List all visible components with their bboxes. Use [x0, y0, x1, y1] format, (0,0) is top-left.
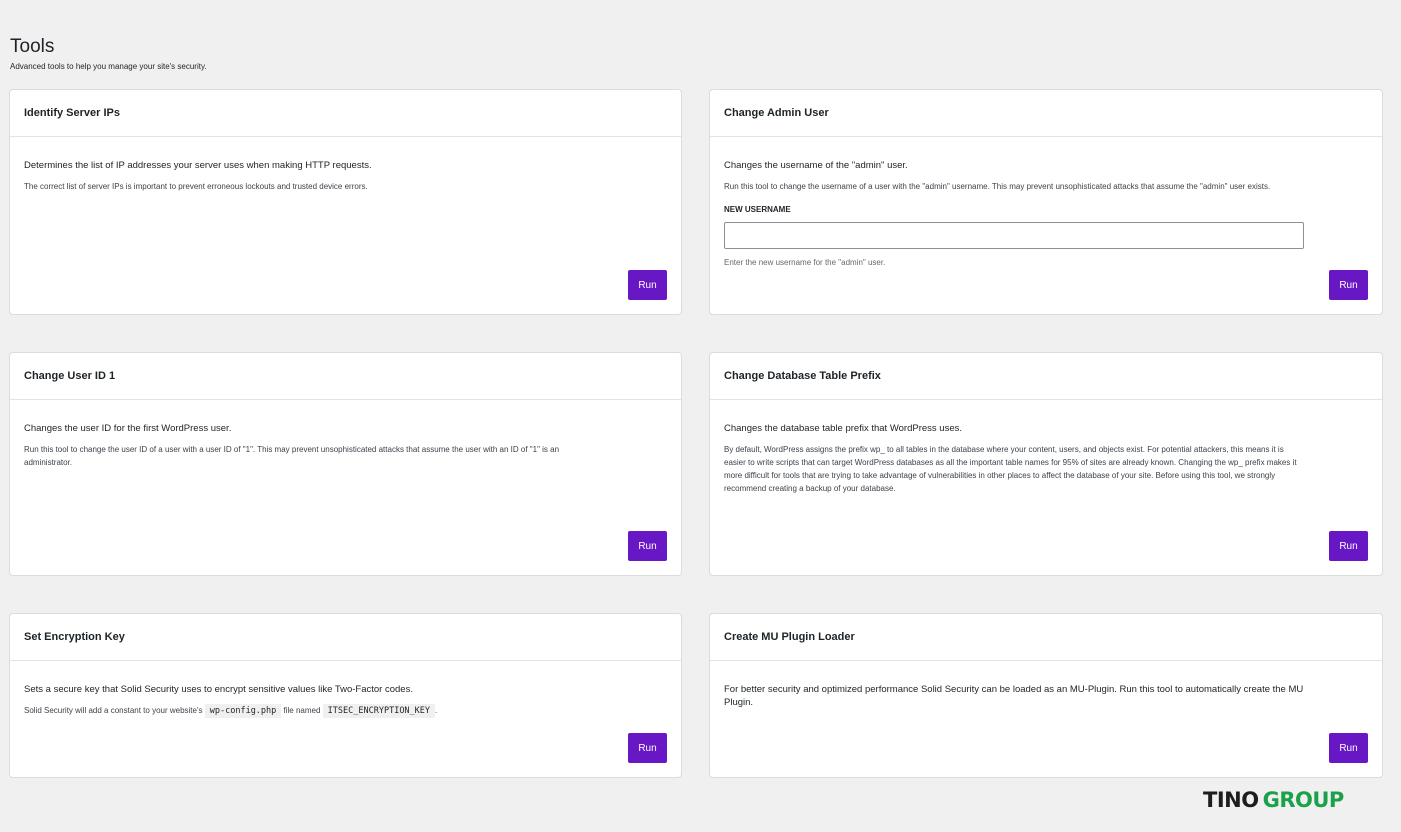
card-title: Change Database Table Prefix	[724, 370, 881, 382]
card-description: Run this tool to change the user ID of a…	[24, 445, 560, 467]
new-username-input[interactable]	[724, 222, 1304, 249]
run-button-create-mu-plugin-loader[interactable]: Run	[1329, 733, 1368, 763]
card-lead: Changes the user ID for the first WordPr…	[24, 423, 232, 434]
card-lead: Changes the username of the "admin" user…	[724, 160, 908, 171]
card-title: Change User ID 1	[24, 370, 116, 382]
run-button-change-db-prefix[interactable]: Run	[1329, 531, 1368, 561]
card-body: For better security and optimized perfor…	[710, 661, 1382, 709]
card-header: Change User ID 1	[10, 353, 681, 400]
tinogroup-logo: TINO GROUP	[1203, 788, 1344, 812]
card-change-admin-user: Change Admin User Changes the username o…	[709, 89, 1383, 315]
card-header: Set Encryption Key	[10, 614, 681, 661]
logo-text: TINO	[1203, 788, 1259, 812]
card-title: Set Encryption Key	[24, 631, 125, 643]
card-description: The correct list of server IPs is import…	[24, 182, 368, 191]
card-header: Create MU Plugin Loader	[710, 614, 1382, 661]
encryption-key-constant-code: ITSEC_ENCRYPTION_KEY	[322, 704, 436, 718]
desc-text: Solid Security will add a constant to yo…	[24, 706, 203, 715]
card-lead: Sets a secure key that Solid Security us…	[24, 684, 413, 695]
card-description: By default, WordPress assigns the prefix…	[724, 445, 1297, 493]
card-description: Run this tool to change the username of …	[724, 182, 1271, 191]
desc-text: file named	[283, 706, 321, 715]
card-set-encryption-key: Set Encryption Key Sets a secure key tha…	[9, 613, 682, 778]
card-header: Change Database Table Prefix	[710, 353, 1382, 400]
card-header: Change Admin User	[710, 90, 1382, 137]
logo-text: GROUP	[1262, 788, 1345, 812]
card-lead: For better security and optimized perfor…	[724, 684, 1304, 708]
card-body: Changes the username of the "admin" user…	[710, 137, 1382, 267]
card-title: Identify Server IPs	[24, 107, 120, 119]
card-title: Change Admin User	[724, 107, 829, 119]
card-lead: Determines the list of IP addresses your…	[24, 160, 372, 171]
card-body: Changes the user ID for the first WordPr…	[10, 400, 681, 469]
page-header: Tools Advanced tools to help you manage …	[10, 36, 207, 71]
card-identify-server-ips: Identify Server IPs Determines the list …	[9, 89, 682, 315]
card-create-mu-plugin-loader: Create MU Plugin Loader For better secur…	[709, 613, 1383, 778]
new-username-help: Enter the new username for the "admin" u…	[724, 258, 886, 267]
card-title: Create MU Plugin Loader	[724, 631, 855, 643]
card-header: Identify Server IPs	[10, 90, 681, 137]
page-subtitle: Advanced tools to help you manage your s…	[10, 62, 207, 71]
card-change-user-id: Change User ID 1 Changes the user ID for…	[9, 352, 682, 576]
card-body: Changes the database table prefix that W…	[710, 400, 1382, 495]
run-button-identify-server-ips[interactable]: Run	[628, 270, 667, 300]
card-body: Sets a secure key that Solid Security us…	[10, 661, 681, 718]
card-body: Determines the list of IP addresses your…	[10, 137, 681, 193]
new-username-label: NEW USERNAME	[724, 205, 791, 214]
card-lead: Changes the database table prefix that W…	[724, 423, 962, 434]
desc-text: .	[435, 706, 438, 715]
run-button-change-user-id[interactable]: Run	[628, 531, 667, 561]
run-button-set-encryption-key[interactable]: Run	[628, 733, 667, 763]
wp-config-code: wp-config.php	[204, 704, 282, 718]
card-description: Solid Security will add a constant to yo…	[24, 704, 604, 718]
page-title: Tools	[10, 36, 55, 57]
card-change-db-prefix: Change Database Table Prefix Changes the…	[709, 352, 1383, 576]
run-button-change-admin-user[interactable]: Run	[1329, 270, 1368, 300]
